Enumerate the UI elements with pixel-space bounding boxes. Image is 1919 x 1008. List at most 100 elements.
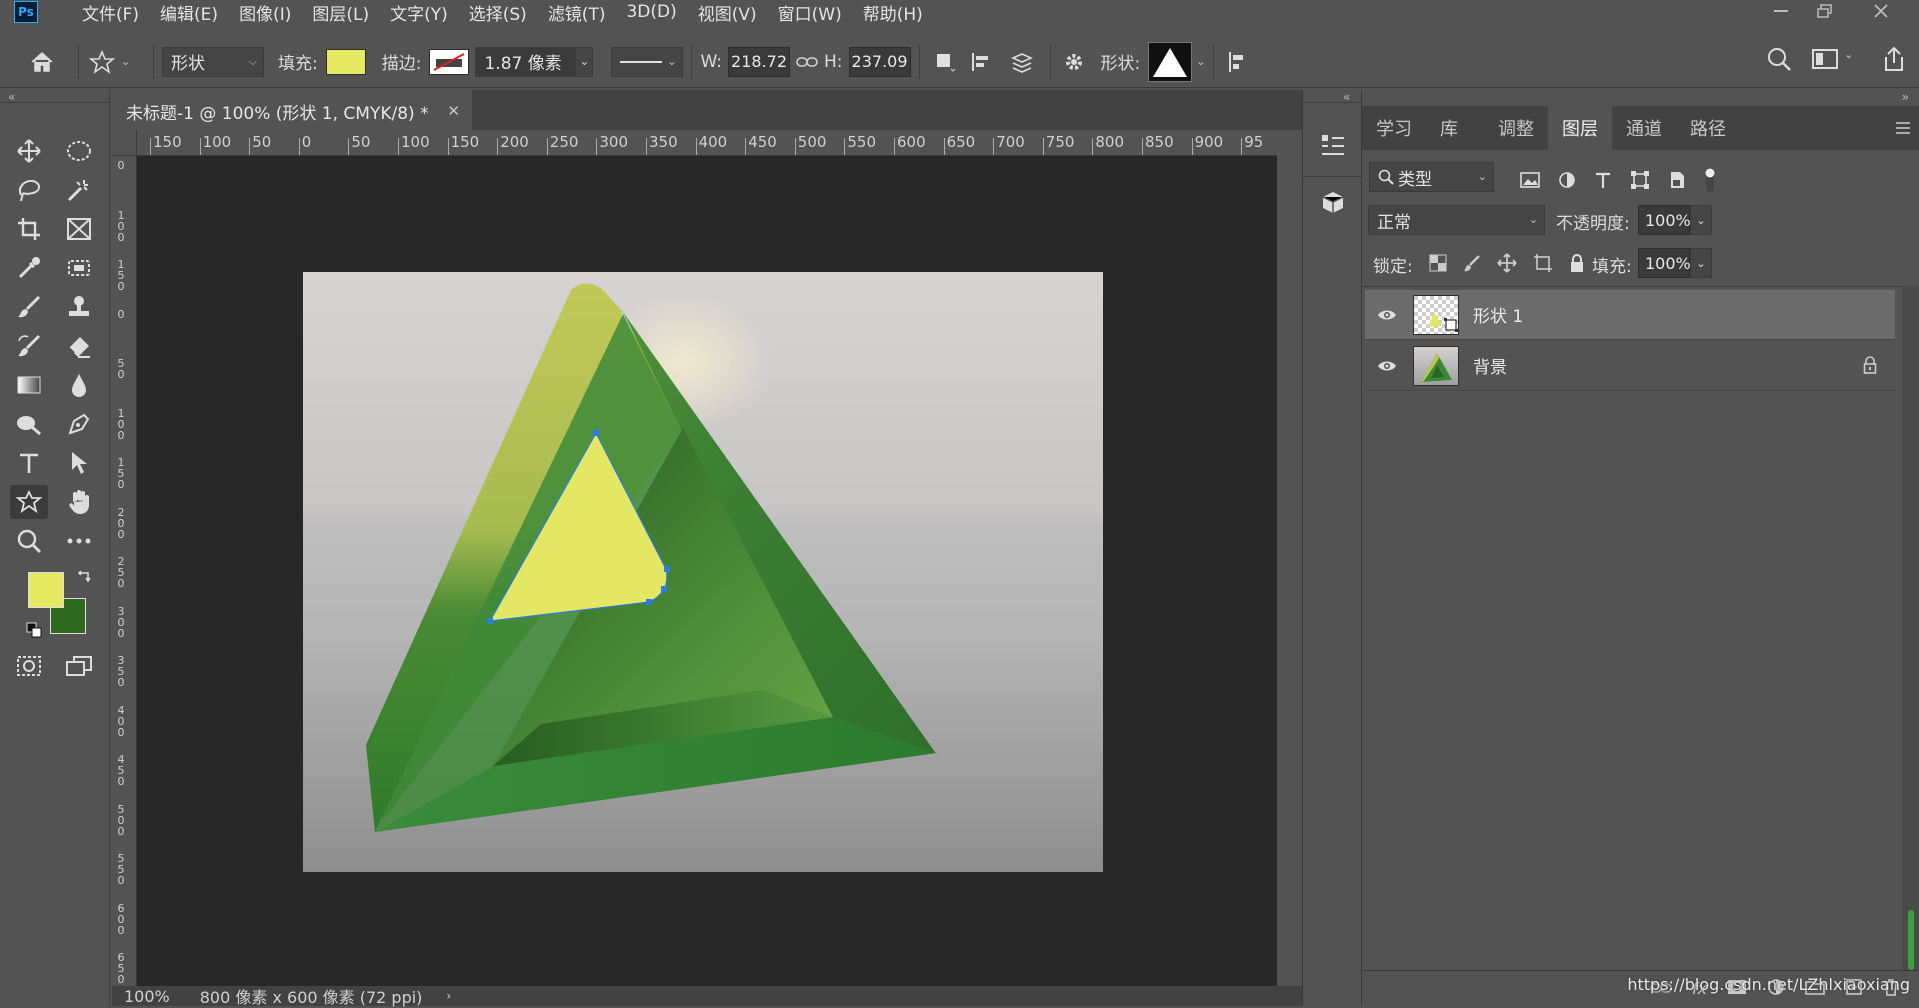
layer-name[interactable]: 形状 1 <box>1473 302 1523 327</box>
gear-icon[interactable] <box>1059 51 1089 73</box>
close-window-button[interactable] <box>1861 0 1901 22</box>
tab-learn[interactable]: 学习 <box>1362 106 1426 150</box>
tab-channels[interactable]: 通道 <box>1612 106 1676 150</box>
menu-layer[interactable]: 图层(L) <box>312 0 369 25</box>
ruler-origin[interactable] <box>112 130 137 156</box>
foreground-color-swatch[interactable] <box>28 572 64 608</box>
menu-view[interactable]: 视图(V) <box>698 0 757 25</box>
elliptical-marquee-tool-icon[interactable] <box>60 134 98 168</box>
layer-row-shape-1[interactable]: 形状 1 <box>1365 290 1895 340</box>
eye-icon[interactable] <box>1365 309 1409 321</box>
height-field[interactable]: 237.09 <box>848 46 911 77</box>
eye-icon[interactable] <box>1365 360 1409 372</box>
minimize-button[interactable] <box>1762 0 1802 22</box>
stroke-color-swatch[interactable] <box>429 48 470 75</box>
path-arrangement-icon[interactable] <box>1002 50 1042 74</box>
layer-name[interactable]: 背景 <box>1473 353 1507 378</box>
filter-smart-object-icon[interactable] <box>1668 170 1686 194</box>
tool-mode-dropdown[interactable]: 形状 ⌵ <box>162 46 264 77</box>
pen-tool-icon[interactable] <box>60 407 98 441</box>
home-icon[interactable] <box>14 50 70 74</box>
lock-transparent-pixels-icon[interactable] <box>1429 254 1447 276</box>
menu-filter[interactable]: 滤镜(T) <box>548 0 606 25</box>
anchor-point[interactable] <box>593 430 599 436</box>
eraser-tool-icon[interactable] <box>60 329 98 363</box>
history-brush-tool-icon[interactable] <box>10 329 48 363</box>
shape-picker[interactable] <box>1148 41 1193 82</box>
opacity-field[interactable]: 100% <box>1638 205 1691 235</box>
stroke-width-field[interactable]: 1.87 像素 <box>475 46 576 77</box>
document-tab[interactable]: 未标题-1 @ 100% (形状 1, CMYK/8) * ✕ <box>112 90 472 130</box>
menu-3d[interactable]: 3D(D) <box>626 2 676 22</box>
filter-adjustment-icon[interactable] <box>1558 171 1576 193</box>
zoom-tool-icon[interactable] <box>10 524 48 558</box>
lock-position-icon[interactable] <box>1497 253 1517 277</box>
filter-pixel-icon[interactable] <box>1520 171 1540 193</box>
lock-artboard-icon[interactable] <box>1533 253 1553 277</box>
stroke-type-dropdown[interactable]: ⌄ <box>611 46 684 77</box>
share-icon[interactable] <box>1882 46 1906 76</box>
tab-libraries[interactable]: 库 <box>1426 106 1484 150</box>
3d-icon[interactable] <box>1319 190 1347 220</box>
path-selection-tool-icon[interactable] <box>60 446 98 480</box>
clone-stamp-tool-icon[interactable] <box>60 290 98 324</box>
panel-menu-icon[interactable] <box>1895 120 1911 139</box>
menu-edit[interactable]: 编辑(E) <box>160 0 218 25</box>
horizontal-ruler[interactable]: 150 100 50 0 50 100 150 200 250 300 350 400 450 500 55… <box>137 130 1277 156</box>
tab-layers[interactable]: 图层 <box>1548 106 1612 150</box>
screen-mode-icon[interactable] <box>60 649 98 683</box>
tab-paths[interactable]: 路径 <box>1676 106 1740 150</box>
fill-opacity-field[interactable]: 100% <box>1638 248 1691 278</box>
blend-mode-dropdown[interactable]: 正常 ⌄ <box>1368 205 1545 235</box>
custom-shape-tool-icon[interactable] <box>10 485 48 519</box>
lock-all-icon[interactable] <box>1569 253 1585 277</box>
crop-tool-icon[interactable] <box>10 212 48 246</box>
frame-tool-icon[interactable] <box>60 212 98 246</box>
close-icon[interactable]: ✕ <box>447 102 460 120</box>
fill-color-swatch[interactable] <box>325 48 366 75</box>
default-colors-icon[interactable] <box>26 622 42 642</box>
layers-scrollbar[interactable] <box>1902 286 1919 970</box>
search-icon[interactable] <box>1766 46 1792 76</box>
type-tool-icon[interactable] <box>10 446 48 480</box>
more-tools-icon[interactable] <box>60 524 98 558</box>
workspace-switcher[interactable]: ⌄ <box>1812 48 1853 70</box>
gradient-tool-icon[interactable] <box>10 368 48 402</box>
layer-filter-dropdown[interactable]: 类型 ⌄ <box>1369 162 1494 192</box>
anchor-point[interactable] <box>646 599 652 605</box>
opacity-dropdown[interactable]: ⌄ <box>1690 205 1712 235</box>
anchor-point[interactable] <box>664 566 670 572</box>
chevron-right-icon[interactable]: › <box>446 989 451 1003</box>
brush-tool-icon[interactable] <box>10 290 48 324</box>
stroke-width-dropdown[interactable]: ⌄ <box>575 46 594 77</box>
menu-select[interactable]: 选择(S) <box>469 0 527 25</box>
frequency-healing-tool-icon[interactable] <box>60 251 98 285</box>
lasso-tool-icon[interactable] <box>10 173 48 207</box>
path-operations-icon[interactable] <box>928 51 962 73</box>
layer-row-background[interactable]: 背景 <box>1365 341 1895 391</box>
quick-mask-icon[interactable] <box>10 649 48 683</box>
eyedropper-tool-icon[interactable] <box>10 251 48 285</box>
document-canvas[interactable] <box>303 272 1103 872</box>
anchor-point[interactable] <box>661 586 667 592</box>
properties-icon[interactable] <box>1319 132 1347 164</box>
move-tool-icon[interactable] <box>10 134 48 168</box>
vertical-ruler[interactable]: 0 100 150 0 50 100 150 200 250 300 350 400 450 500 550… <box>112 156 137 986</box>
zoom-level[interactable]: 100% <box>124 987 170 1006</box>
anchor-point[interactable] <box>487 618 493 624</box>
menu-type[interactable]: 文字(Y) <box>390 0 448 25</box>
chevron-down-icon[interactable]: ⌄ <box>1196 55 1205 68</box>
restore-button[interactable] <box>1805 0 1845 22</box>
collapse-panels-icon[interactable]: » <box>1902 90 1909 104</box>
width-field[interactable]: 218.72 <box>728 46 791 77</box>
lock-image-pixels-icon[interactable] <box>1463 254 1481 276</box>
menu-window[interactable]: 窗口(W) <box>778 0 842 25</box>
tool-preset-picker[interactable]: ⌄ <box>87 49 145 75</box>
menu-file[interactable]: 文件(F) <box>82 0 139 25</box>
vertical-scrollbar[interactable] <box>1277 156 1302 986</box>
canvas-workspace[interactable] <box>137 156 1277 986</box>
blur-tool-icon[interactable] <box>60 368 98 402</box>
tab-adjustments[interactable]: 调整 <box>1484 106 1548 150</box>
swap-colors-icon[interactable] <box>76 568 92 588</box>
align-edges-icon[interactable] <box>1222 50 1252 74</box>
